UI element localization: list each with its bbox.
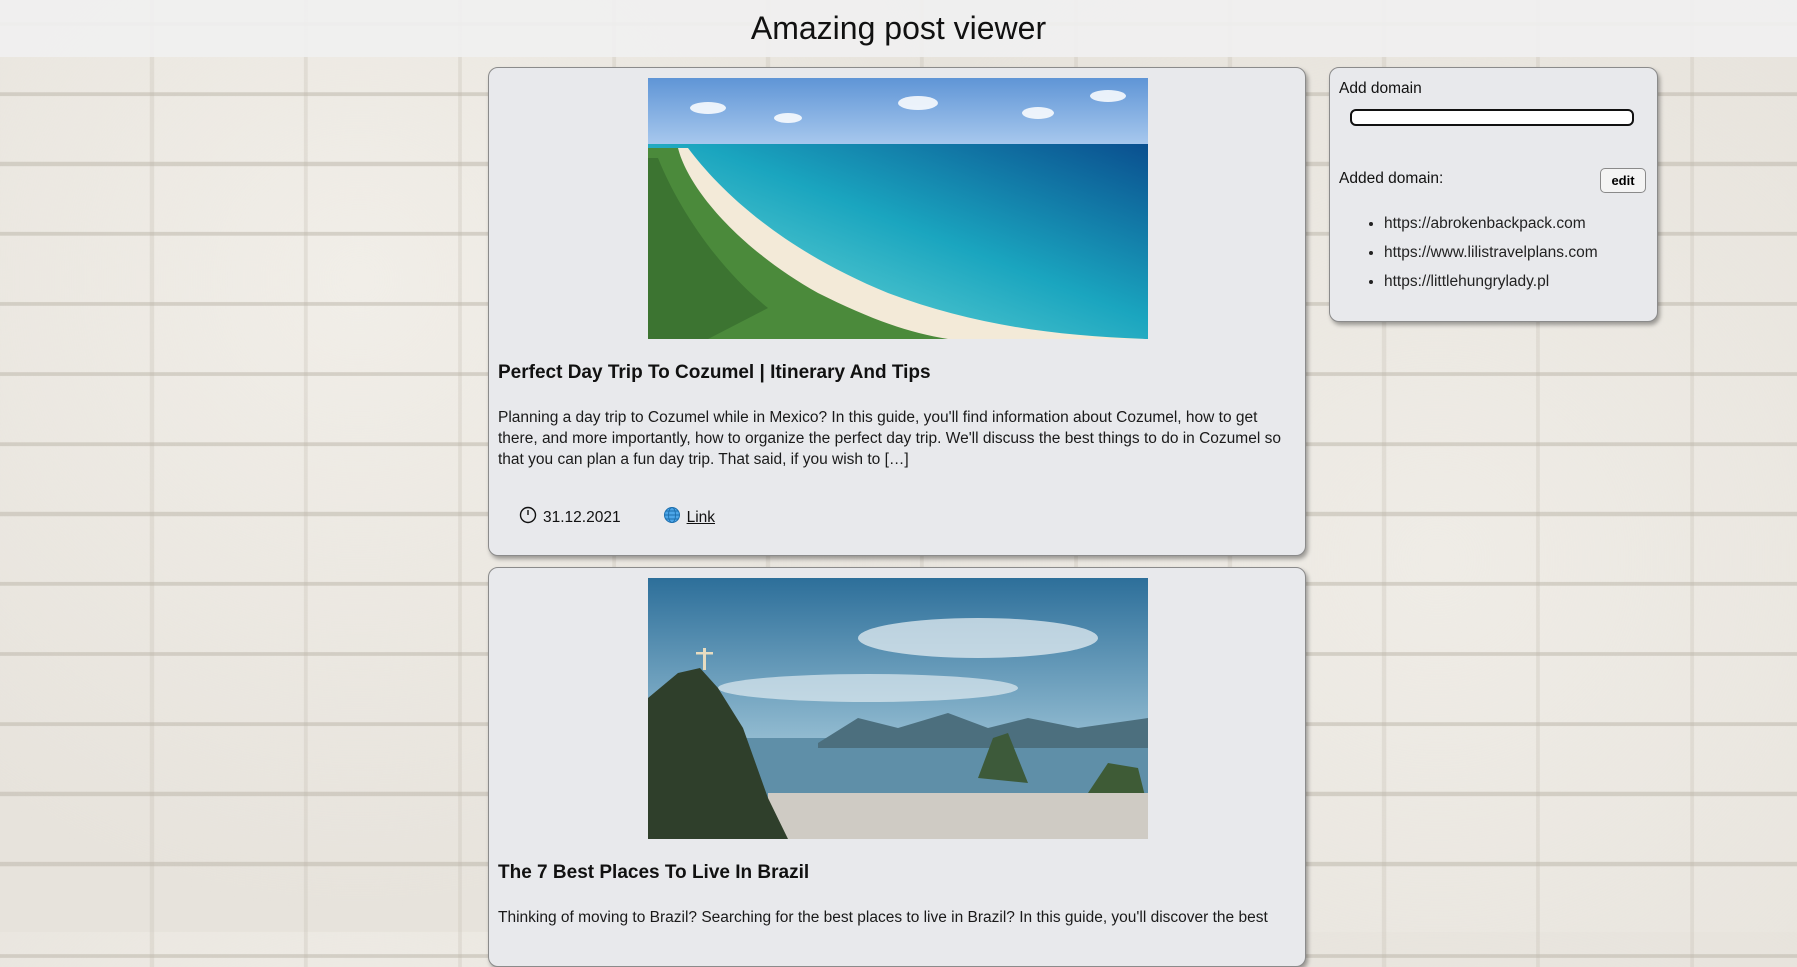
post-title: Perfect Day Trip To Cozumel | Itinerary … [498, 362, 931, 383]
post-image [648, 78, 1148, 339]
domain-panel: Add domain Added domain: edit https://ab… [1329, 67, 1658, 322]
globe-icon [663, 506, 681, 529]
post-description: Planning a day trip to Cozumel while in … [498, 409, 1281, 468]
add-domain-input[interactable] [1350, 109, 1634, 126]
added-domain-label: Added domain: [1339, 170, 1444, 187]
header-bar: Amazing post viewer [0, 0, 1797, 57]
post-description: Thinking of moving to Brazil? Searching … [498, 909, 1268, 926]
post-date: 31.12.2021 [543, 508, 621, 526]
domain-item: https://abrokenbackpack.com [1384, 209, 1598, 238]
post-title: The 7 Best Places To Live In Brazil [498, 862, 810, 883]
domain-item: https://littlehungrylady.pl [1384, 267, 1598, 296]
domain-list: https://abrokenbackpack.com https://www.… [1330, 209, 1598, 296]
post-card: The 7 Best Places To Live In Brazil Thin… [488, 567, 1306, 967]
add-domain-label: Add domain [1339, 80, 1422, 97]
post-card: Perfect Day Trip To Cozumel | Itinerary … [488, 67, 1306, 556]
clock-icon [519, 506, 537, 529]
edit-button[interactable]: edit [1600, 168, 1646, 193]
domain-item: https://www.lilistravelplans.com [1384, 238, 1598, 267]
page-title: Amazing post viewer [750, 10, 1047, 46]
post-meta: 31.12.2021 Link [519, 506, 715, 529]
post-link[interactable]: Link [687, 509, 715, 527]
post-image [648, 578, 1148, 839]
